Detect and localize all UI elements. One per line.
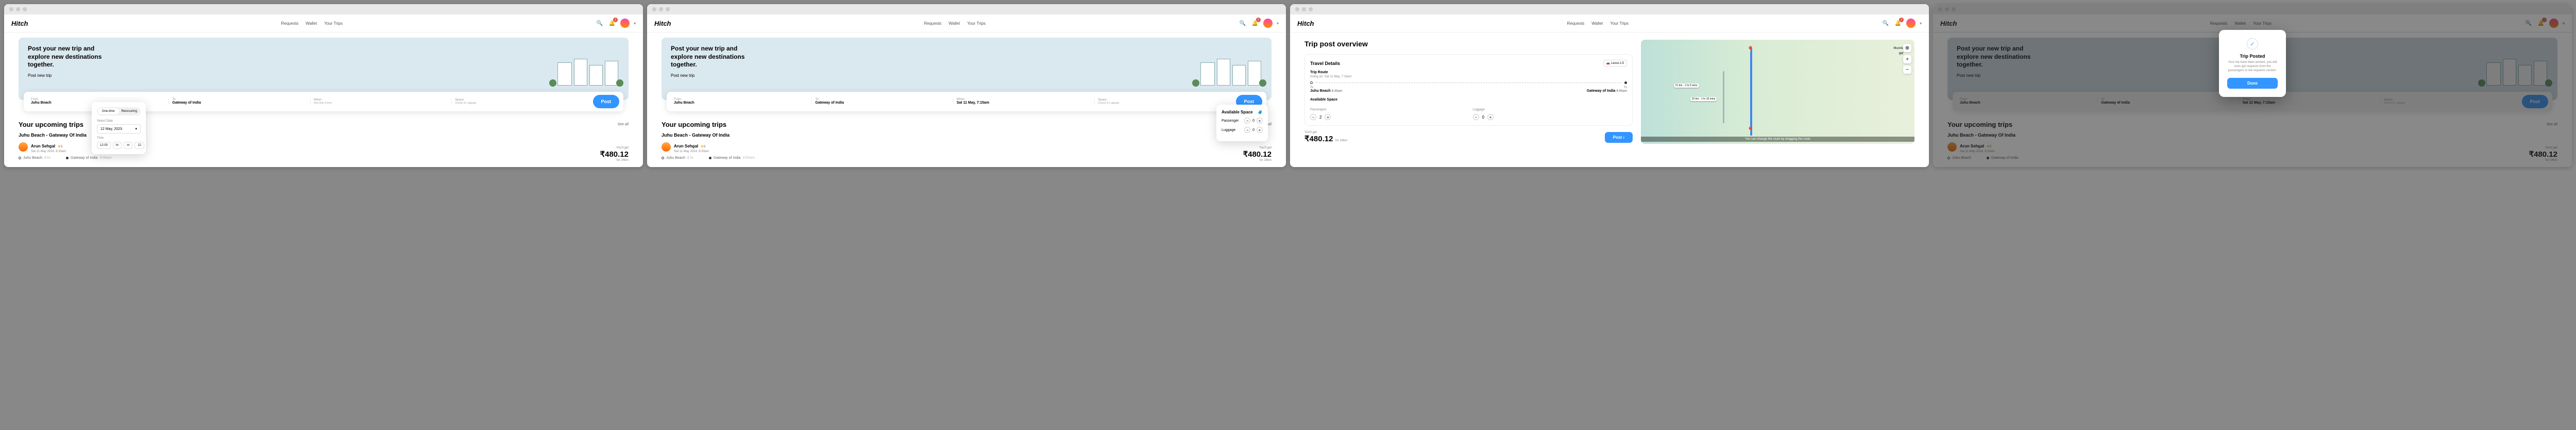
avatar[interactable] xyxy=(1263,19,1273,28)
time-input[interactable]: 12:00 xyxy=(97,142,111,149)
nav-requests[interactable]: Requests xyxy=(924,21,942,26)
hero-banner: Post your new trip and explore new desti… xyxy=(19,38,629,100)
driver-avatar xyxy=(662,142,671,152)
from-field[interactable]: From Juhu Beach xyxy=(671,98,808,105)
map-pin-end-icon: 📍 xyxy=(1747,126,1754,134)
modal-title: Trip Posted xyxy=(2227,54,2278,59)
tab-reoccuring[interactable]: Reoccuring xyxy=(119,108,140,114)
bell-icon[interactable]: 🔔2 xyxy=(1894,19,1902,27)
nav-trips[interactable]: Your Trips xyxy=(967,21,986,26)
post-trip-link[interactable]: Post new trip xyxy=(671,73,694,78)
upcoming-title: Your upcoming trips xyxy=(19,121,83,128)
passenger-value: 0 xyxy=(1252,119,1255,123)
modal-body: Your trip have been posted, you will soo… xyxy=(2227,61,2278,73)
chevron-down-icon: ▾ xyxy=(135,127,137,131)
chevron-down-icon[interactable]: ▾ xyxy=(1920,21,1922,26)
search-icon[interactable]: 🔍 xyxy=(1882,19,1890,27)
date-popover: One-time Reoccuring Select Date 12 May, … xyxy=(92,102,146,154)
map-route-pill-2: 23 km - 1 hr 15 mins xyxy=(1690,97,1717,101)
post-button[interactable]: Post xyxy=(593,95,620,108)
trip-posted-modal: ✓ Trip Posted Your trip have been posted… xyxy=(2219,30,2286,97)
map-zoom-out[interactable]: − xyxy=(1903,65,1911,74)
going-on: Going on: Sat 11 May, 7:15am xyxy=(1310,75,1627,78)
map-route-pill-1: 21 km - 1 hr 5 mins xyxy=(1674,84,1699,88)
done-button[interactable]: Done xyxy=(2227,78,2278,89)
when-field[interactable]: When Sat 11 May, 7:15am xyxy=(953,98,1091,105)
check-icon: ✓ xyxy=(2247,38,2258,49)
overview-title: Trip post overview xyxy=(1304,40,1633,48)
space-popover: Available Space 🧳 Passenger − 0 + Luggag… xyxy=(1216,105,1268,141)
seg-hr[interactable]: hr xyxy=(113,142,122,149)
travel-details-title: Travel Details xyxy=(1310,61,1340,66)
when-field[interactable]: When Add date & time xyxy=(310,98,448,105)
passenger-plus[interactable]: + xyxy=(1257,118,1263,124)
post-trip-button[interactable]: Post › xyxy=(1605,132,1633,143)
map-zoom-in[interactable]: + xyxy=(1903,55,1911,63)
map-city-local: मुंबई xyxy=(1899,52,1903,55)
luggage-value: 0 xyxy=(1482,115,1484,120)
logo: Hitch xyxy=(654,20,671,27)
bell-icon[interactable]: 🔔2 xyxy=(608,19,616,27)
available-space-label: Available Space xyxy=(1310,98,1627,102)
nav-trips[interactable]: Your Trips xyxy=(324,21,343,26)
driver-name: Arun Sehgal xyxy=(31,144,55,148)
map-locate-icon[interactable]: ⊕ xyxy=(1903,44,1911,52)
passengers-value: 2 xyxy=(1319,115,1321,120)
space-field[interactable]: Space Guests & Luggage xyxy=(451,98,589,105)
trip-date: Sat 11 May 2024, 8:30am xyxy=(31,150,66,153)
bell-icon[interactable]: 🔔2 xyxy=(1251,19,1259,27)
logo: Hitch xyxy=(11,20,28,27)
passenger-label: Passenger xyxy=(1222,119,1239,123)
passengers-plus[interactable]: + xyxy=(1325,114,1331,120)
trip-route-label: Trip Route xyxy=(1310,71,1627,74)
avatar[interactable] xyxy=(620,19,630,28)
luggage-minus[interactable]: − xyxy=(1473,114,1479,120)
luggage-label: Luggage xyxy=(1222,128,1235,132)
nav-trips[interactable]: Your Trips xyxy=(1610,21,1629,26)
search-icon[interactable]: 🔍 xyxy=(596,19,604,27)
notif-badge: 2 xyxy=(613,18,618,22)
luggage-minus[interactable]: − xyxy=(1244,127,1250,133)
hero-headline: Post your new trip and explore new desti… xyxy=(28,45,105,69)
luggage-value: 0 xyxy=(1252,128,1255,132)
car-select[interactable]: 🚗 Lexus LS xyxy=(1603,60,1627,67)
passenger-minus[interactable]: − xyxy=(1244,118,1250,124)
seg-m[interactable]: m xyxy=(124,142,132,149)
nav-requests[interactable]: Requests xyxy=(1567,21,1585,26)
nav-wallet[interactable]: Wallet xyxy=(948,21,960,26)
date-input[interactable]: 12 May, 2023 ▾ xyxy=(97,124,141,134)
trip-card[interactable]: Juhu Beach - Gateway Of India Arun Sehga… xyxy=(662,133,1272,160)
nav-wallet[interactable]: Wallet xyxy=(306,21,317,26)
passengers-minus[interactable]: − xyxy=(1310,114,1316,120)
map-note: You can change the route by dragging the… xyxy=(1641,137,1914,142)
seg-12[interactable]: 12 xyxy=(134,142,144,149)
nav-requests[interactable]: Requests xyxy=(281,21,299,26)
map-pin-start-icon: 📍 xyxy=(1747,46,1754,53)
post-trip-link[interactable]: Post new trip xyxy=(28,73,52,78)
to-field[interactable]: To Gateway of India xyxy=(168,98,307,105)
select-date-label: Select Date xyxy=(97,120,141,123)
to-field[interactable]: To Gateway of India xyxy=(811,98,950,105)
route-map[interactable]: Mumbai मुंबई 21 km - 1 hr 5 mins 23 km -… xyxy=(1641,40,1914,144)
chevron-down-icon[interactable]: ▾ xyxy=(634,21,636,26)
main-nav: Requests Wallet Your Trips xyxy=(281,21,343,26)
price-box: You'll get ₹480.12 for 24km xyxy=(600,146,629,162)
space-title: Available Space xyxy=(1222,110,1253,114)
luggage-icon: 🧳 xyxy=(1258,110,1263,114)
nav-wallet[interactable]: Wallet xyxy=(1591,21,1603,26)
chevron-down-icon[interactable]: ▾ xyxy=(1277,21,1279,26)
travel-details-card: Travel Details 🚗 Lexus LS Trip Route Goi… xyxy=(1304,54,1633,126)
logo: Hitch xyxy=(1297,20,1314,27)
see-all-link[interactable]: See all xyxy=(618,123,629,126)
avatar[interactable] xyxy=(1906,19,1916,28)
total-price: ₹480.12 xyxy=(1304,135,1333,143)
tab-onetime[interactable]: One-time xyxy=(98,108,119,114)
luggage-plus[interactable]: + xyxy=(1257,127,1263,133)
search-icon[interactable]: 🔍 xyxy=(1239,19,1247,27)
driver-avatar xyxy=(19,142,28,152)
luggage-plus[interactable]: + xyxy=(1487,114,1494,120)
time-label: Time xyxy=(97,137,141,140)
hero-illustration xyxy=(293,38,629,90)
space-field[interactable]: Space Guests & Luggage xyxy=(1094,98,1232,105)
